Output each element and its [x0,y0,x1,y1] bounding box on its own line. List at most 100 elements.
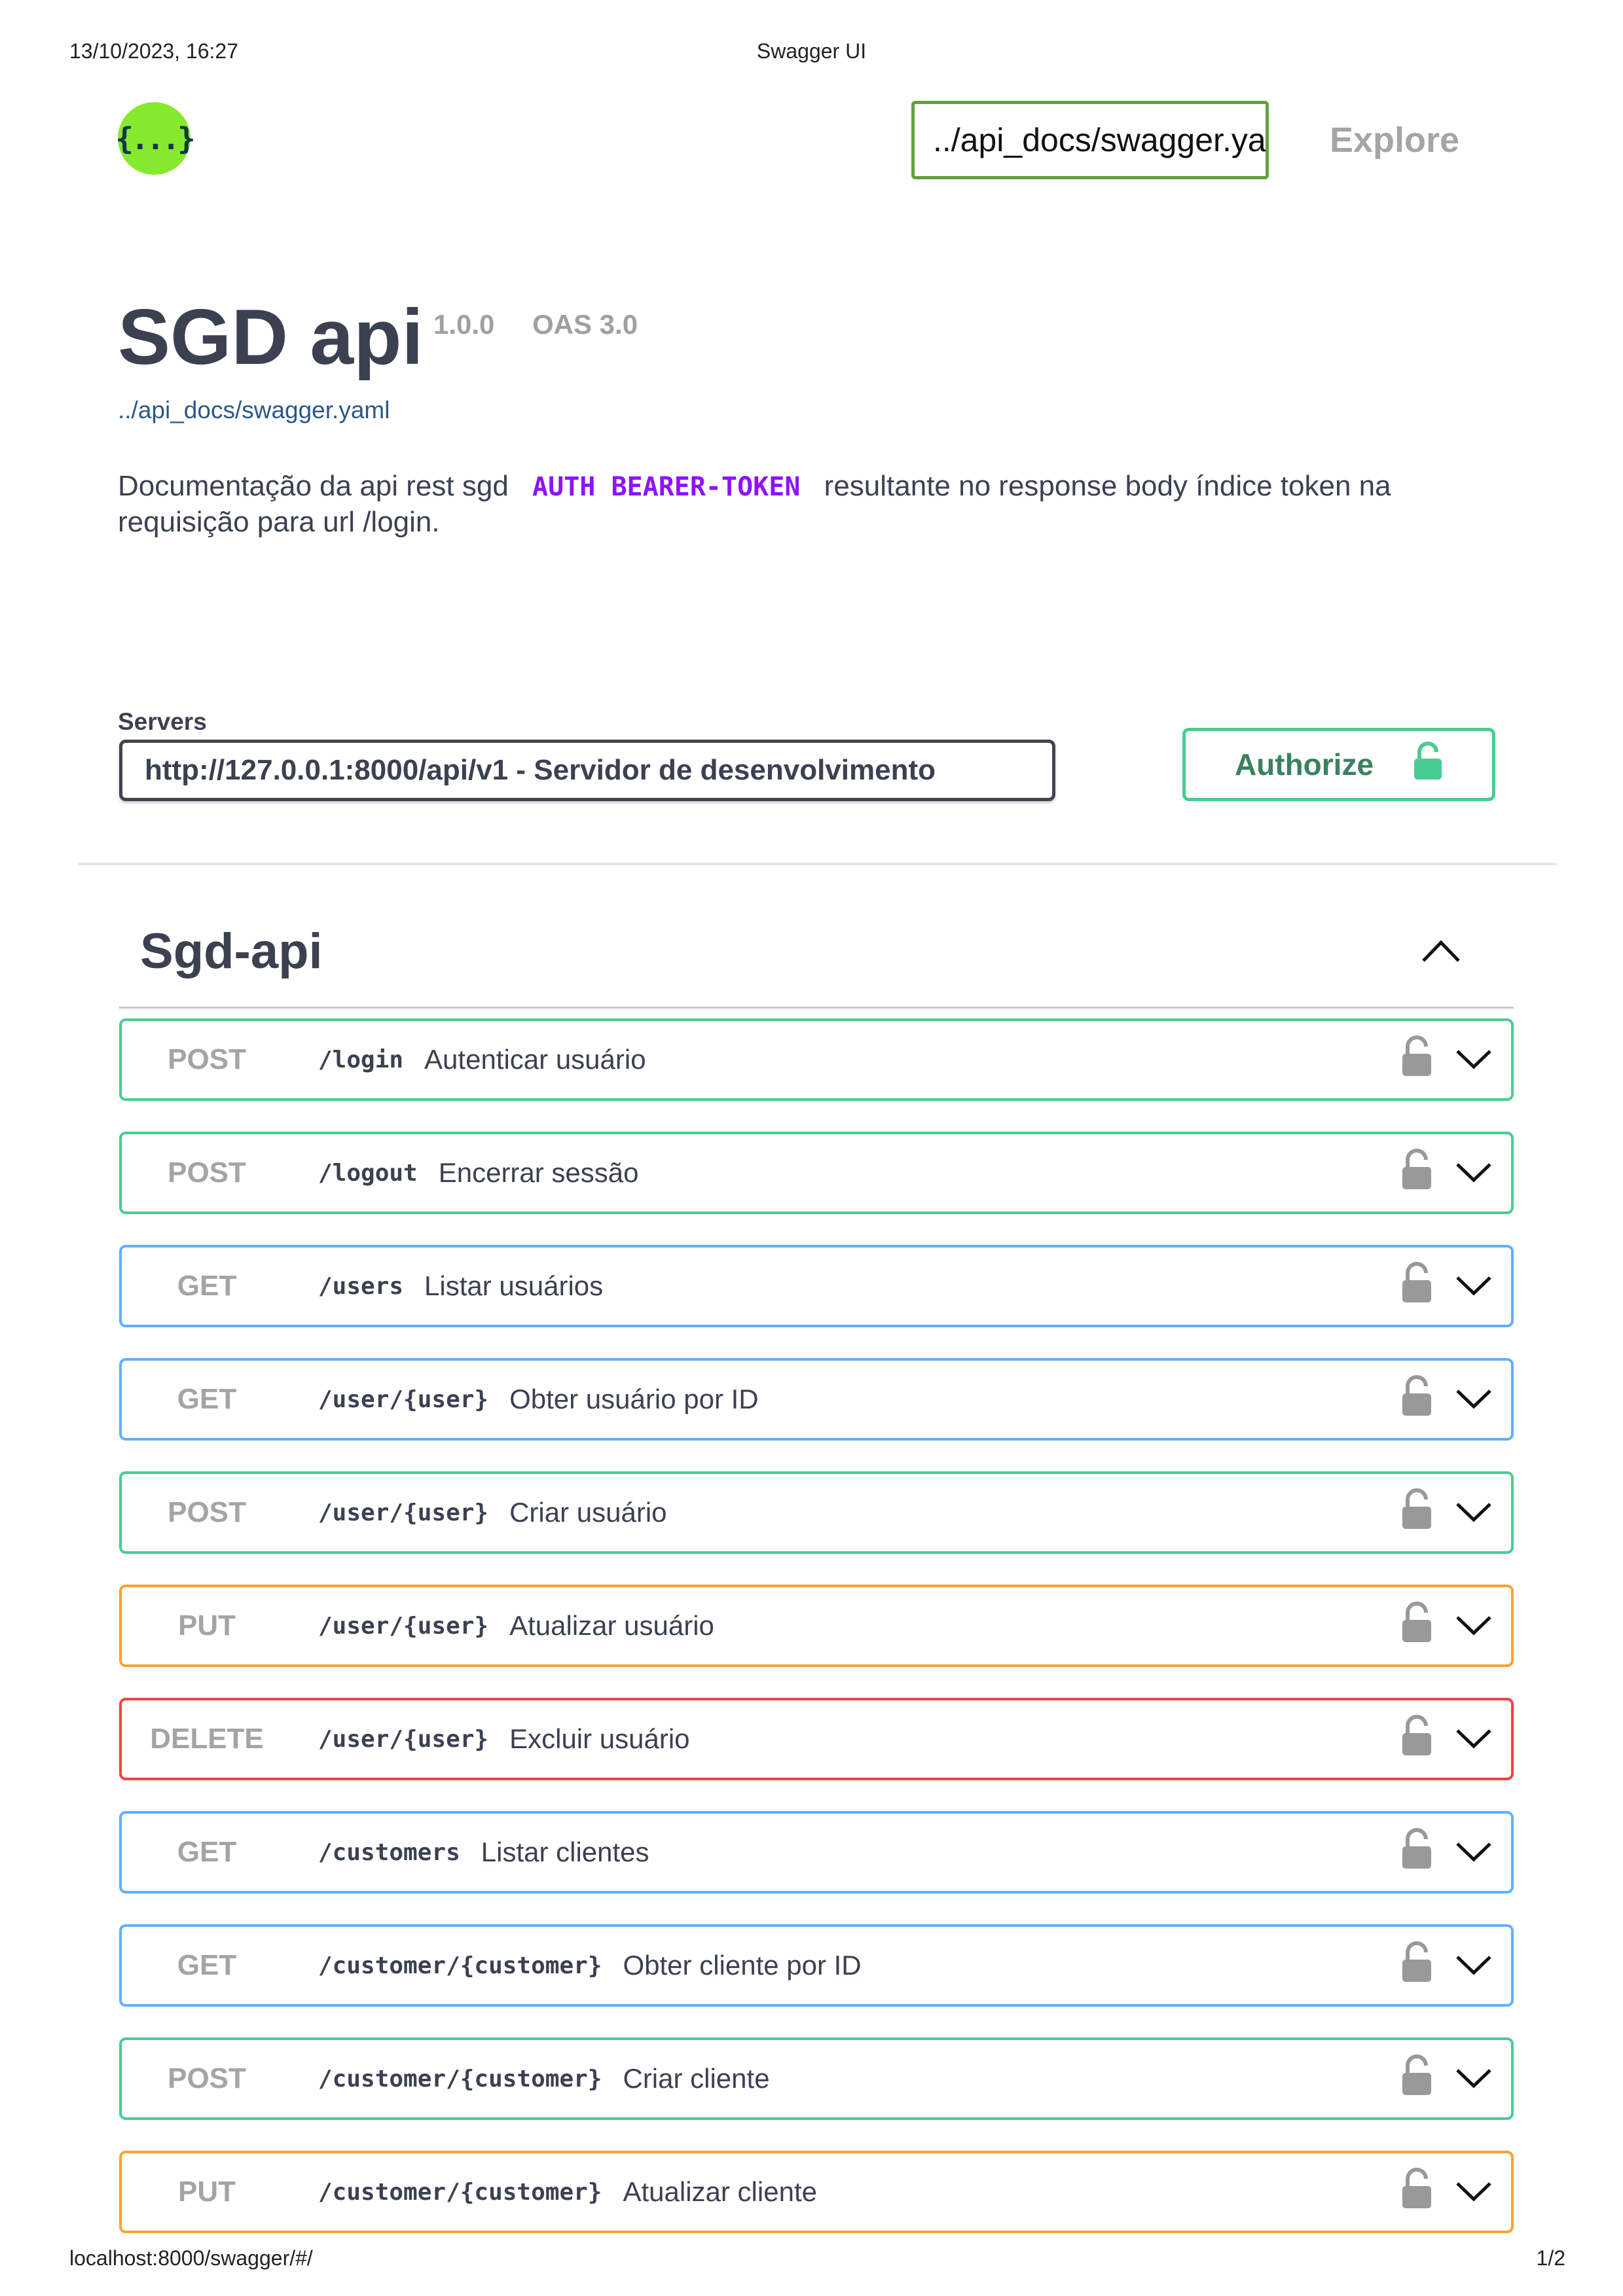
method-label: POST [168,1496,246,1528]
operation-summary-row: /logout Encerrar sessão [318,1134,639,1211]
print-page-number: 1/2 [1536,2246,1565,2270]
operation-summary: Autenticar usuário [424,1044,646,1075]
servers-select[interactable]: http://127.0.0.1:8000/api/v1 - Servidor … [119,740,1055,801]
section-divider [79,863,1557,865]
operation-put[interactable]: PUT/customer/{customer} Atualizar cliente [119,2151,1514,2233]
method-label: GET [177,1270,237,1302]
method-label: PUT [178,2176,236,2208]
unlocked-lock-icon[interactable] [1400,2168,1435,2210]
method-label: GET [177,1836,237,1868]
operation-summary: Atualizar cliente [623,2176,817,2207]
operation-path: /user/{user} [318,1725,489,1753]
operation-get[interactable]: GET/users Listar usuários [119,1245,1514,1327]
chevron-down-icon[interactable] [1453,1725,1494,1751]
operation-path: /users [318,1272,404,1300]
unlocked-lock-icon[interactable] [1400,1602,1435,1643]
method-label: POST [168,1157,246,1189]
explore-button[interactable]: Explore [1309,101,1480,179]
spec-url-input[interactable]: ../api_docs/swagger.yaml [911,101,1269,179]
version-badge: 1.0.0 [433,309,495,340]
method-label: GET [177,1383,237,1415]
servers-label: Servers [118,708,207,735]
operation-summary-row: /user/{user} Criar usuário [318,1474,667,1551]
operation-summary-row: /customer/{customer} Criar cliente [318,2040,770,2117]
unlocked-lock-icon[interactable] [1400,1035,1435,1077]
method-label: GET [177,1949,237,1981]
operation-summary: Excluir usuário [509,1723,690,1754]
chevron-up-icon[interactable] [1418,935,1464,967]
unlocked-lock-icon[interactable] [1400,1488,1435,1530]
operation-path: /user/{user} [318,1499,489,1526]
oas-badge: OAS 3.0 [532,309,638,340]
operation-path: /logout [318,1159,418,1187]
operation-path: /customer/{customer} [318,2178,602,2206]
method-label: PUT [178,1609,236,1641]
chevron-down-icon[interactable] [1453,1612,1494,1638]
operation-summary: Obter usuário por ID [509,1384,759,1414]
operation-post[interactable]: POST/logout Encerrar sessão [119,1132,1514,1214]
operation-summary-row: /customers Listar clientes [318,1814,649,1891]
operation-path: /login [318,1046,404,1073]
api-title: SGD api [118,293,424,381]
spec-link[interactable]: ../api_docs/swagger.yaml [118,397,390,424]
chevron-down-icon[interactable] [1453,1952,1494,1978]
unlocked-lock-icon[interactable] [1400,1375,1435,1417]
unlocked-lock-icon [1413,741,1443,788]
swagger-logo[interactable]: {...} [115,102,196,175]
operation-summary: Listar clientes [481,1837,649,1867]
operation-get[interactable]: GET/customers Listar clientes [119,1811,1514,1893]
chevron-down-icon[interactable] [1453,1386,1494,1412]
swagger-logo-glyph: {...} [115,120,196,156]
unlocked-lock-icon[interactable] [1400,1828,1435,1870]
chevron-down-icon[interactable] [1453,1839,1494,1865]
operation-path: /customers [318,1839,460,1866]
unlocked-lock-icon[interactable] [1400,1941,1435,1983]
chevron-down-icon[interactable] [1453,2178,1494,2204]
chevron-down-icon[interactable] [1453,1159,1494,1185]
operation-post[interactable]: POST/customer/{customer} Criar cliente [119,2037,1514,2120]
operation-summary-row: /user/{user} Excluir usuário [318,1700,690,1778]
operation-summary: Listar usuários [424,1270,604,1301]
operation-summary: Encerrar sessão [438,1157,639,1188]
operation-summary-row: /customer/{customer} Obter cliente por ID [318,1927,862,2004]
unlocked-lock-icon[interactable] [1400,2054,1435,2096]
tag-underline [119,1007,1514,1009]
operation-post[interactable]: POST/login Autenticar usuário [119,1018,1514,1101]
operation-summary: Criar usuário [509,1497,667,1528]
operation-get[interactable]: GET/customer/{customer} Obter cliente por… [119,1924,1514,2007]
operation-summary: Atualizar usuário [509,1610,714,1641]
operation-post[interactable]: POST/user/{user} Criar usuário [119,1471,1514,1554]
operations-list: POST/login Autenticar usuário POST/logout E… [119,1018,1514,2264]
operation-delete[interactable]: DELETE/user/{user} Excluir usuário [119,1698,1514,1780]
operation-put[interactable]: PUT/user/{user} Atualizar usuário [119,1585,1514,1667]
operation-path: /user/{user} [318,1386,489,1413]
chevron-down-icon[interactable] [1453,2065,1494,2091]
method-label: DELETE [150,1723,264,1755]
method-label: POST [168,1043,246,1075]
authorize-button[interactable]: Authorize [1182,728,1495,801]
chevron-down-icon[interactable] [1453,1272,1494,1299]
operation-summary-row: /login Autenticar usuário [318,1021,646,1098]
chevron-down-icon[interactable] [1453,1499,1494,1525]
operation-get[interactable]: GET/user/{user} Obter usuário por ID [119,1358,1514,1441]
chevron-down-icon[interactable] [1453,1046,1494,1072]
operation-summary: Criar cliente [623,2063,770,2094]
description-code: AUTH BEARER-TOKEN [532,472,801,502]
operation-summary-row: /customer/{customer} Atualizar cliente [318,2153,817,2231]
api-description: Documentação da api rest sgd AUTH BEARER… [118,469,1493,540]
operation-path: /user/{user} [318,1612,489,1640]
description-text-before: Documentação da api rest sgd [118,470,509,502]
unlocked-lock-icon[interactable] [1400,1715,1435,1757]
unlocked-lock-icon[interactable] [1400,1149,1435,1191]
print-footer-url: localhost:8000/swagger/#/ [69,2246,313,2270]
print-document-title: Swagger UI [756,39,867,63]
operation-summary-row: /user/{user} Obter usuário por ID [318,1361,759,1438]
operation-summary-row: /user/{user} Atualizar usuário [318,1587,714,1664]
operation-summary: Obter cliente por ID [623,1950,862,1981]
operation-path: /customer/{customer} [318,1952,602,1979]
method-label: POST [168,2062,246,2094]
unlocked-lock-icon[interactable] [1400,1262,1435,1304]
tag-title[interactable]: Sgd-api [140,923,323,980]
operation-path: /customer/{customer} [318,2065,602,2092]
authorize-label: Authorize [1234,747,1374,781]
